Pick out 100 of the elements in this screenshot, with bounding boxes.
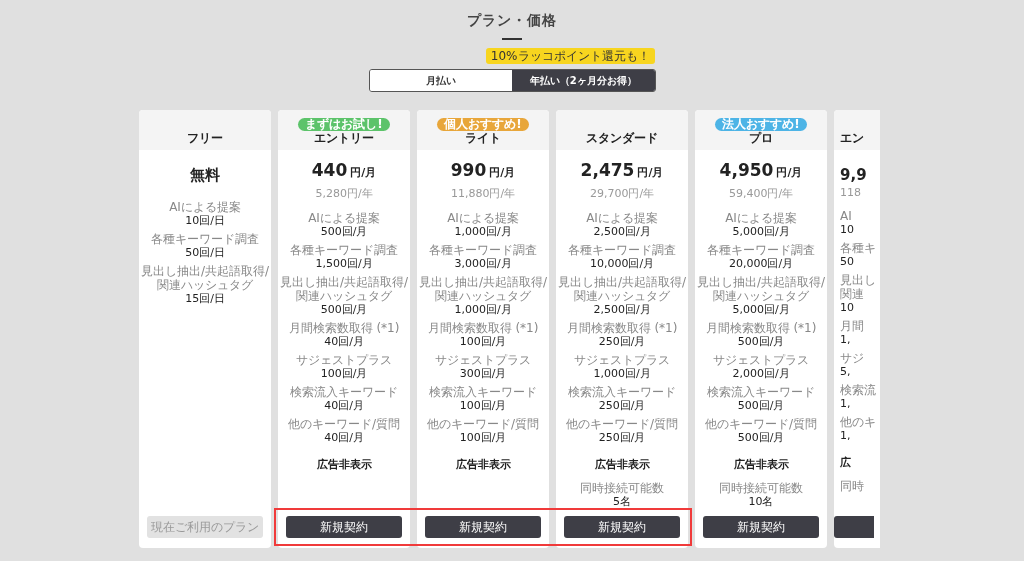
ad-free-label: 広 [840, 455, 851, 470]
feature-label: 同時接続可能数 [580, 481, 664, 495]
price: 無料 [190, 166, 220, 185]
feature-value: 100回/月 [459, 335, 507, 349]
annual-price: 118 [840, 186, 861, 199]
page-title: プラン・価格 [467, 12, 557, 30]
feature-label: サジェストプラス [435, 353, 531, 367]
feature-label: 月間検索数取得 (*1) [288, 321, 400, 335]
subscribe-button[interactable]: 新規契約 [286, 516, 402, 538]
feature-label: 検索流入キーワード [290, 385, 398, 399]
feature-value: 500回/月 [320, 303, 368, 317]
feature-label: 各種キーワード調査 [429, 243, 537, 257]
feature-value: 2,500回/月 [593, 225, 651, 239]
price: 990 [450, 160, 487, 180]
feature-label: 見出し抽出/共起語取得/ [279, 275, 409, 289]
subscribe-button[interactable]: 新規契約 [703, 516, 819, 538]
feature-value: 1,000回/月 [593, 367, 651, 381]
billing-tab[interactable]: 年払い（2ヶ月分お得） [512, 70, 655, 91]
feature-value: 5,000回/月 [732, 303, 790, 317]
feature-value: 250回/月 [598, 431, 646, 445]
plan-name: プロ [749, 132, 773, 145]
plan-name: フリー [187, 132, 223, 145]
price-unit: 円/月 [776, 165, 803, 180]
feature-value: 10 [840, 223, 854, 237]
feature-value: 2,000回/月 [732, 367, 790, 381]
feature-label: サジ [840, 351, 864, 365]
feature-value: 5, [840, 365, 851, 379]
feature-label: AIによる提案 [725, 211, 797, 225]
feature-label: 他のキーワード/質問 [426, 417, 539, 431]
feature-value: 40回/月 [324, 431, 364, 445]
feature-value: 1, [840, 333, 851, 347]
feature-label: サジェストプラス [713, 353, 809, 367]
feature-value: 20,000回/月 [728, 257, 794, 271]
feature-label: 見出し [840, 273, 876, 287]
feature-value: 10名 [748, 495, 774, 509]
feature-label: 他のキーワード/質問 [287, 417, 400, 431]
promo-tooltip: 10%ラッコポイント還元も！ [485, 48, 655, 64]
feature-label: 関連ハッシュタグ [574, 289, 670, 303]
feature-label: 見出し抽出/共起語取得/ [557, 275, 687, 289]
feature-value: 50 [840, 255, 854, 269]
feature-value: 1,500回/月 [315, 257, 373, 271]
feature-value: 100回/月 [459, 431, 507, 445]
price: 9,9 [840, 166, 867, 184]
feature-label: 各種キーワード調査 [707, 243, 815, 257]
feature-label: 他のキ [840, 415, 876, 429]
subscribe-button[interactable]: 新規契約 [425, 516, 541, 538]
annual-price: 5,280円/年 [315, 186, 373, 201]
feature-label: 検索流入キーワード [707, 385, 815, 399]
feature-label: 他のキーワード/質問 [704, 417, 817, 431]
feature-label: 検索流入キーワード [568, 385, 676, 399]
plan-name: ライト [465, 132, 501, 145]
feature-value: 1,000回/月 [454, 225, 512, 239]
feature-label: AIによる提案 [308, 211, 380, 225]
subscribe-button[interactable] [834, 516, 874, 538]
current-plan-button: 現在ご利用のプラン [147, 516, 263, 538]
feature-value: 10,000回/月 [589, 257, 655, 271]
feature-label: 見出し抽出/共起語取得/ [140, 264, 270, 278]
feature-label: 関連 [840, 287, 864, 301]
feature-label: 各種キーワード調査 [568, 243, 676, 257]
feature-label: 各種キーワード調査 [151, 232, 259, 246]
feature-label: 見出し抽出/共起語取得/ [418, 275, 548, 289]
ad-free-label: 広告非表示 [733, 457, 789, 472]
feature-value: 1, [840, 429, 851, 443]
feature-value: 100回/月 [320, 367, 368, 381]
ad-free-label: 広告非表示 [316, 457, 372, 472]
feature-label: 検索流 [840, 383, 876, 397]
feature-label: 同時接続可能数 [719, 481, 803, 495]
feature-value: 1, [840, 397, 851, 411]
price-unit: 円/月 [350, 165, 377, 180]
feature-label: 各種キ [840, 241, 876, 255]
feature-label: AI [840, 209, 852, 223]
billing-tab[interactable]: 月払い [369, 70, 512, 91]
feature-label: サジェストプラス [574, 353, 670, 367]
feature-label: 月間検索数取得 (*1) [427, 321, 539, 335]
feature-value: 1,000回/月 [454, 303, 512, 317]
price-unit: 円/月 [489, 165, 516, 180]
feature-value: 100回/月 [459, 399, 507, 413]
feature-label: 他のキーワード/質問 [565, 417, 678, 431]
annual-price: 29,700円/年 [589, 186, 655, 201]
feature-value: 500回/月 [737, 335, 785, 349]
feature-label: AIによる提案 [447, 211, 519, 225]
feature-value: 2,500回/月 [593, 303, 651, 317]
feature-value: 500回/月 [320, 225, 368, 239]
feature-value: 50回/日 [185, 246, 225, 260]
feature-value: 5,000回/月 [732, 225, 790, 239]
feature-label: 関連ハッシュタグ [713, 289, 809, 303]
feature-label: 月間検索数取得 (*1) [566, 321, 678, 335]
feature-label: AIによる提案 [169, 200, 241, 214]
feature-label: 月間 [840, 319, 864, 333]
feature-label: 月間検索数取得 (*1) [705, 321, 817, 335]
plan-name: スタンダード [586, 132, 658, 145]
feature-value: 250回/月 [598, 335, 646, 349]
price: 2,475 [580, 160, 635, 180]
subscribe-button[interactable]: 新規契約 [564, 516, 680, 538]
ad-free-label: 広告非表示 [455, 457, 511, 472]
ad-free-label: 広告非表示 [594, 457, 650, 472]
plan-badge: まずはお試し! [298, 118, 390, 131]
plan-badge: 法人おすすめ! [715, 118, 807, 131]
feature-label: AIによる提案 [586, 211, 658, 225]
feature-value: 3,000回/月 [454, 257, 512, 271]
